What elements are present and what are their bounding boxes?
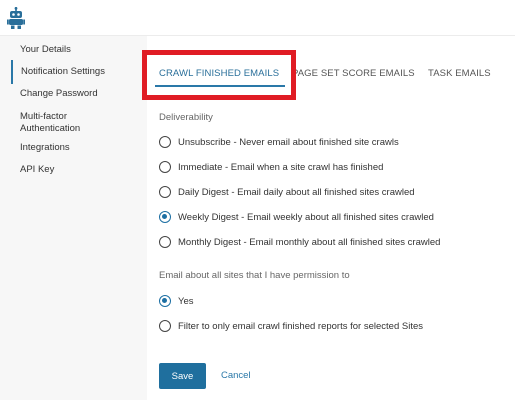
radio-option-immediate[interactable]: Immediate - Email when a site crawl has … — [159, 160, 383, 174]
radio-option-filter-selected-sites[interactable]: Filter to only email crawl finished repo… — [159, 319, 423, 333]
email-tabs: CRAWL FINISHED EMAILS PAGE SET SCORE EMA… — [142, 36, 515, 100]
sidebar-item-notification-settings[interactable]: Notification Settings — [11, 60, 105, 84]
deliverability-label: Deliverability — [159, 112, 213, 123]
radio-option-unsubscribe[interactable]: Unsubscribe - Never email about finished… — [159, 135, 399, 149]
radio-option-label: Monthly Digest - Email monthly about all… — [178, 236, 441, 248]
site-permission-label: Email about all sites that I have permis… — [159, 270, 350, 281]
radio-option-yes[interactable]: Yes — [159, 294, 194, 308]
radio-button-selected[interactable] — [159, 211, 171, 223]
radio-option-label: Daily Digest - Email daily about all fin… — [178, 186, 415, 198]
sidebar-item-api-key[interactable]: API Key — [10, 164, 54, 176]
radio-option-weekly-digest[interactable]: Weekly Digest - Email weekly about all f… — [159, 210, 434, 224]
robot-logo-icon[interactable] — [7, 7, 25, 29]
save-button[interactable]: Save — [159, 363, 206, 389]
cancel-button[interactable]: Cancel — [221, 370, 251, 381]
radio-button[interactable] — [159, 320, 171, 332]
radio-option-label: Filter to only email crawl finished repo… — [178, 320, 423, 332]
radio-option-label: Yes — [178, 295, 194, 307]
radio-option-daily-digest[interactable]: Daily Digest - Email daily about all fin… — [159, 185, 415, 199]
radio-option-label: Immediate - Email when a site crawl has … — [178, 161, 384, 173]
active-tab-indicator — [155, 85, 285, 87]
notification-settings-panel: CRAWL FINISHED EMAILS PAGE SET SCORE EMA… — [142, 36, 515, 400]
radio-button[interactable] — [159, 236, 171, 248]
settings-sidebar: Your Details Notification Settings Chang… — [0, 36, 147, 400]
sidebar-item-multi-factor-authentication[interactable]: Multi-factor Authentication — [10, 111, 120, 135]
tab-task-emails[interactable]: TASK EMAILS — [428, 68, 491, 79]
radio-option-label: Unsubscribe - Never email about finished… — [178, 136, 399, 148]
radio-button-selected[interactable] — [159, 295, 171, 307]
radio-button[interactable] — [159, 161, 171, 173]
sidebar-item-change-password[interactable]: Change Password — [10, 88, 98, 100]
radio-button[interactable] — [159, 136, 171, 148]
radio-option-monthly-digest[interactable]: Monthly Digest - Email monthly about all… — [159, 235, 440, 249]
sidebar-item-integrations[interactable]: Integrations — [10, 142, 70, 154]
radio-button[interactable] — [159, 186, 171, 198]
radio-option-label: Weekly Digest - Email weekly about all f… — [178, 211, 434, 223]
sidebar-item-your-details[interactable]: Your Details — [10, 44, 71, 56]
top-bar — [0, 0, 515, 36]
tab-crawl-finished-emails[interactable]: CRAWL FINISHED EMAILS — [159, 68, 279, 79]
tab-page-set-score-emails[interactable]: PAGE SET SCORE EMAILS — [292, 68, 415, 79]
